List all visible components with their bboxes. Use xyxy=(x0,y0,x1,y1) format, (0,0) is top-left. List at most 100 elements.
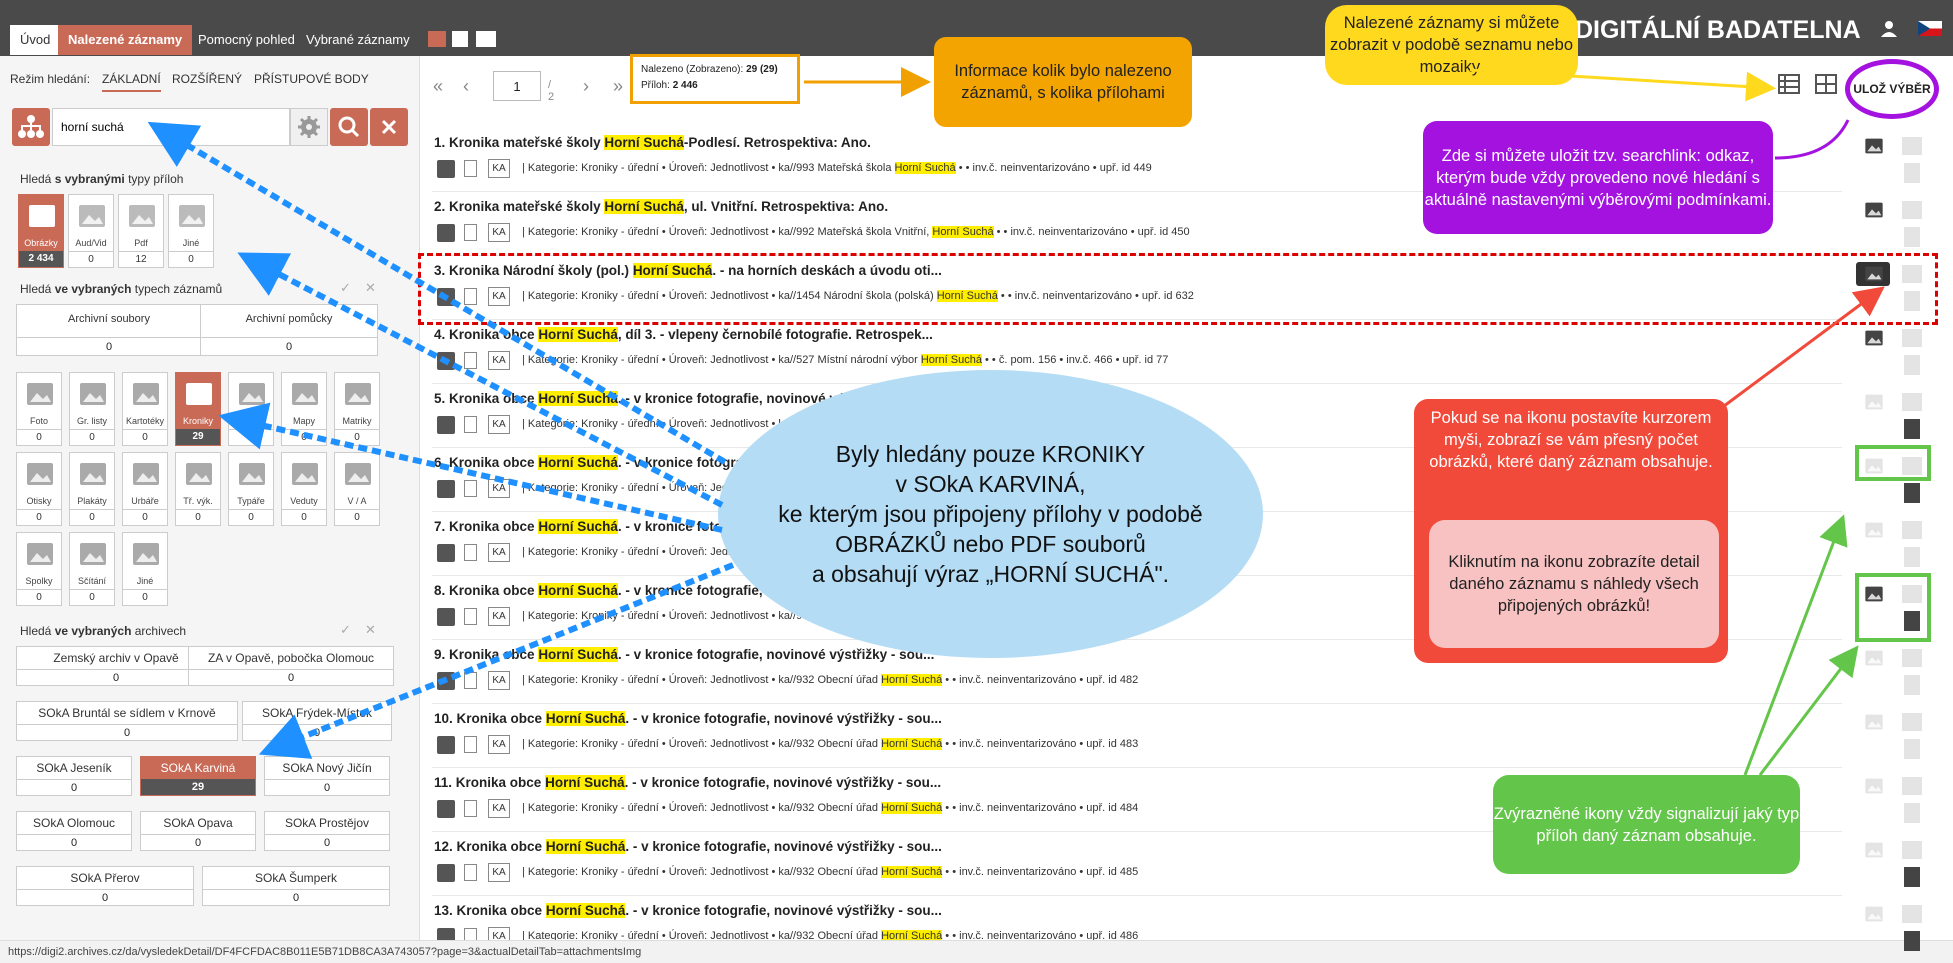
video-attachment-icon[interactable] xyxy=(1900,584,1924,604)
archive-tile[interactable]: SOkA Prostějov 0 xyxy=(264,811,390,851)
archive-tile[interactable]: SOkA Jeseník 0 xyxy=(16,756,132,796)
record-title[interactable]: 13. Kronika obce Horní Suchá. - v kronic… xyxy=(434,903,942,918)
ka-badge[interactable]: KA xyxy=(488,799,510,818)
tab-auxiliary-view[interactable]: Pomocný pohled xyxy=(188,25,305,55)
video-attachment-icon[interactable] xyxy=(1900,840,1924,860)
image-attachment-icon[interactable] xyxy=(1862,648,1886,668)
video-attachment-icon[interactable] xyxy=(1900,776,1924,796)
record-type-tile[interactable]: Spolky 0 xyxy=(16,532,62,606)
pdf-attachment-icon[interactable] xyxy=(1903,930,1927,951)
document-icon[interactable] xyxy=(464,352,477,369)
archive-tile[interactable]: Zemský archiv v Opavě 0 xyxy=(16,646,216,686)
archive-tile[interactable]: SOkA Karviná 29 xyxy=(140,756,256,796)
mode-extended-tab[interactable]: ROZŠÍŘENÝ xyxy=(172,72,242,86)
record-title[interactable]: 4. Kronika obce Horní Suchá, díl 3. - vl… xyxy=(434,327,933,342)
image-attachment-icon[interactable] xyxy=(1862,776,1886,796)
video-attachment-icon[interactable] xyxy=(1900,136,1924,156)
ka-badge[interactable]: KA xyxy=(488,415,510,434)
view-mode-icon[interactable] xyxy=(428,31,446,47)
video-attachment-icon[interactable] xyxy=(1900,648,1924,668)
record-title[interactable]: 1. Kronika mateřské školy Horní Suchá-Po… xyxy=(434,135,871,150)
record-type-tile[interactable]: Gr. listy 0 xyxy=(69,372,115,446)
record-type-tile[interactable]: Jiné 0 xyxy=(122,532,168,606)
archive-tile[interactable]: SOkA Šumperk 0 xyxy=(202,866,390,906)
pdf-attachment-icon[interactable] xyxy=(1903,290,1927,311)
ka-badge[interactable]: KA xyxy=(488,479,510,498)
type-archive-files[interactable]: Archivní soubory 0 xyxy=(16,304,202,356)
document-icon[interactable] xyxy=(464,544,477,561)
video-attachment-icon[interactable] xyxy=(1900,328,1924,348)
close-icon[interactable]: ✕ xyxy=(365,622,376,638)
record-title[interactable]: 10. Kronika obce Horní Suchá. - v kronic… xyxy=(434,711,942,726)
image-attachment-icon[interactable] xyxy=(1862,456,1886,476)
ka-badge[interactable]: KA xyxy=(488,543,510,562)
record-type-tile[interactable]: Kartotéky 0 xyxy=(122,372,168,446)
video-attachment-icon[interactable] xyxy=(1900,520,1924,540)
type-archive-aids[interactable]: Archivní pomůcky 0 xyxy=(200,304,378,356)
pdf-attachment-icon[interactable] xyxy=(1903,482,1927,503)
ka-badge[interactable]: KA xyxy=(488,159,510,178)
video-attachment-icon[interactable] xyxy=(1900,456,1924,476)
archive-tile[interactable]: SOkA Frýdek-Místek 0 xyxy=(242,701,392,741)
image-attachment-icon[interactable] xyxy=(1862,712,1886,732)
search-input[interactable] xyxy=(53,109,289,145)
ka-badge[interactable]: KA xyxy=(488,351,510,370)
image-attachment-icon[interactable] xyxy=(1862,584,1886,604)
archive-tile[interactable]: SOkA Opava 0 xyxy=(140,811,256,851)
settings-button[interactable] xyxy=(290,108,328,146)
clear-button[interactable] xyxy=(370,108,408,146)
pdf-attachment-icon[interactable] xyxy=(1903,354,1927,375)
document-icon[interactable] xyxy=(464,480,477,497)
last-page-button[interactable]: » xyxy=(613,76,623,97)
image-attachment-icon[interactable] xyxy=(1862,264,1886,284)
attachment-tile[interactable]: Pdf 12 xyxy=(118,194,164,268)
record-type-tile[interactable]: Plakáty 0 xyxy=(69,452,115,526)
record-type-tile[interactable]: Urbáře 0 xyxy=(122,452,168,526)
image-attachment-icon[interactable] xyxy=(1862,520,1886,540)
pdf-attachment-icon[interactable] xyxy=(1903,418,1927,439)
pdf-attachment-icon[interactable] xyxy=(1903,226,1927,247)
record-type-tile[interactable]: Matriky 0 xyxy=(334,372,380,446)
flag-cz-icon[interactable] xyxy=(1918,21,1942,36)
document-icon[interactable] xyxy=(464,864,477,881)
document-icon[interactable] xyxy=(464,800,477,817)
mode-basic-tab[interactable]: ZÁKLADNÍ xyxy=(102,72,161,92)
archive-tile[interactable]: SOkA Přerov 0 xyxy=(16,866,194,906)
video-attachment-icon[interactable] xyxy=(1900,904,1924,924)
user-icon[interactable] xyxy=(1880,20,1898,38)
ka-badge[interactable]: KA xyxy=(488,863,510,882)
image-attachment-icon[interactable] xyxy=(1862,392,1886,412)
search-button[interactable] xyxy=(330,108,368,146)
result-record[interactable]: 10. Kronika obce Horní Suchá. - v kronic… xyxy=(432,704,1842,768)
archive-tile[interactable]: ZA v Opavě, pobočka Olomouc 0 xyxy=(188,646,394,686)
ka-badge[interactable]: KA xyxy=(488,607,510,626)
split-view-icon[interactable] xyxy=(452,31,468,47)
record-type-tile[interactable]: Typáře 0 xyxy=(228,452,274,526)
record-type-tile[interactable]: Sčítání 0 xyxy=(69,532,115,606)
ka-badge[interactable]: KA xyxy=(488,671,510,690)
image-attachment-icon[interactable] xyxy=(1862,200,1886,220)
tab-selected-records[interactable]: Vybrané záznamy xyxy=(296,25,420,55)
record-type-tile[interactable]: Mapy 0 xyxy=(281,372,327,446)
attachment-tile[interactable]: Obrázky 2 434 xyxy=(18,194,64,268)
video-attachment-icon[interactable] xyxy=(1900,200,1924,220)
prev-page-button[interactable]: ‹ xyxy=(463,76,469,97)
attachment-tile[interactable]: Jiné 0 xyxy=(168,194,214,268)
image-attachment-icon[interactable] xyxy=(1862,328,1886,348)
image-attachment-icon[interactable] xyxy=(1862,136,1886,156)
record-type-tile[interactable]: Foto 0 xyxy=(16,372,62,446)
image-attachment-icon[interactable] xyxy=(1862,840,1886,860)
pdf-attachment-icon[interactable] xyxy=(1903,866,1927,887)
document-icon[interactable] xyxy=(464,416,477,433)
close-icon[interactable]: ✕ xyxy=(365,280,376,296)
record-title[interactable]: 2. Kronika mateřské školy Horní Suchá, u… xyxy=(434,199,888,214)
record-title[interactable]: 9. Kronika obce Horní Suchá. - v kronice… xyxy=(434,647,934,662)
document-icon[interactable] xyxy=(464,608,477,625)
pdf-attachment-icon[interactable] xyxy=(1903,162,1927,183)
record-title[interactable]: 11. Kronika obce Horní Suchá. - v kronic… xyxy=(434,775,941,790)
save-selection-button[interactable]: ULOŽ VÝBĚR xyxy=(1845,59,1939,119)
video-attachment-icon[interactable] xyxy=(1900,392,1924,412)
pdf-attachment-icon[interactable] xyxy=(1903,674,1927,695)
video-attachment-icon[interactable] xyxy=(1900,712,1924,732)
record-type-tile[interactable]: Listiny 0 xyxy=(228,372,274,446)
